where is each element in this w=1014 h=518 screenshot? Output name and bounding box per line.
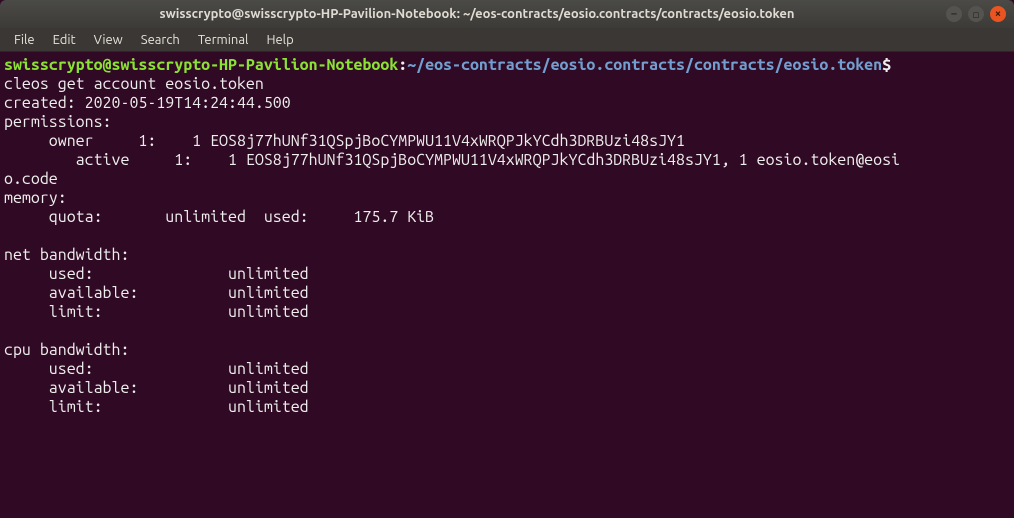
menu-bar: File Edit View Search Terminal Help — [0, 28, 1014, 52]
output-memory-label: memory: — [4, 189, 76, 207]
menu-help[interactable]: Help — [258, 31, 301, 49]
output-cpu-avail: available: unlimited — [4, 379, 309, 397]
window-controls: – ▫ × — [946, 6, 1006, 22]
output-active: active 1: 1 EOS8j77hUNf31QSpjBoCYMPWU11V… — [4, 151, 900, 169]
output-net-avail: available: unlimited — [4, 284, 309, 302]
output-cpu-limit: limit: unlimited — [4, 398, 309, 416]
prompt-symbol: $ — [882, 56, 891, 74]
menu-view[interactable]: View — [86, 31, 131, 49]
terminal-output[interactable]: swisscrypto@swisscrypto-HP-Pavilion-Note… — [0, 52, 1014, 518]
command-line: cleos get account eosio.token — [4, 75, 264, 93]
output-permissions-label: permissions: — [4, 113, 120, 131]
menu-edit[interactable]: Edit — [45, 31, 84, 49]
output-cpu-label: cpu bandwidth: — [4, 341, 129, 359]
output-net-label: net bandwidth: — [4, 246, 138, 264]
menu-terminal[interactable]: Terminal — [190, 31, 257, 49]
window-titlebar: swisscrypto@swisscrypto-HP-Pavilion-Note… — [0, 0, 1014, 28]
close-button[interactable]: × — [990, 6, 1006, 22]
output-cpu-used: used: unlimited — [4, 360, 309, 378]
maximize-button[interactable]: ▫ — [968, 6, 984, 22]
output-created: created: 2020-05-19T14:24:44.500 — [4, 94, 291, 112]
prompt-user-host: swisscrypto@swisscrypto-HP-Pavilion-Note… — [4, 56, 398, 74]
output-net-limit: limit: unlimited — [4, 303, 309, 321]
output-active-wrap: o.code — [4, 170, 58, 188]
menu-file[interactable]: File — [6, 31, 43, 49]
output-owner: owner 1: 1 EOS8j77hUNf31QSpjBoCYMPWU11V4… — [4, 132, 685, 150]
window-title: swisscrypto@swisscrypto-HP-Pavilion-Note… — [8, 7, 946, 21]
minimize-button[interactable]: – — [946, 6, 962, 22]
prompt-colon: : — [398, 56, 407, 74]
output-net-used: used: unlimited — [4, 265, 309, 283]
output-memory-quota: quota: unlimited used: 175.7 KiB — [4, 208, 452, 226]
prompt-path: ~/eos-contracts/eosio.contracts/contract… — [407, 56, 882, 74]
menu-search[interactable]: Search — [133, 31, 188, 49]
